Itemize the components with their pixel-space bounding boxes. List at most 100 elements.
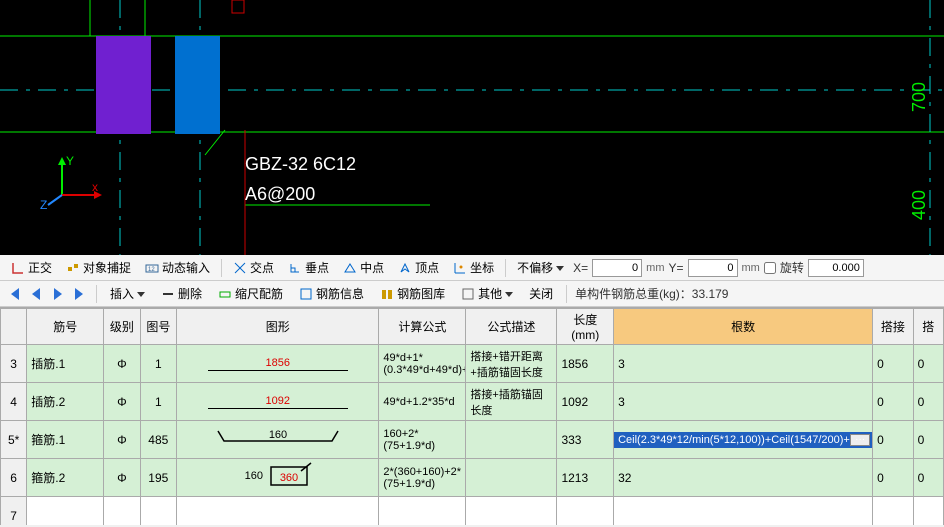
cell-changdu[interactable]: 1856 [557, 345, 614, 383]
row-number[interactable]: 6 [1, 459, 27, 497]
cell-genshu[interactable]: 3 [614, 345, 873, 383]
row-number[interactable]: 3 [1, 345, 27, 383]
cell-tuhao[interactable]: 1 [140, 345, 176, 383]
cell-tuxing[interactable]: 160 [177, 421, 379, 459]
formula-editor-button[interactable]: ··· [850, 434, 870, 446]
cell-tuhao[interactable]: 1 [140, 383, 176, 421]
cell-dajie2[interactable]: 0 [913, 383, 943, 421]
snap-vertex[interactable]: 顶点 [393, 256, 444, 279]
cell-tuhao[interactable]: 485 [140, 421, 176, 459]
col-genshu[interactable]: 根数 [614, 309, 873, 345]
cell-dajie2[interactable]: 0 [913, 345, 943, 383]
dynamic-input-toggle[interactable]: 12 动态输入 [140, 256, 215, 279]
cell-dajie[interactable]: 0 [873, 383, 913, 421]
cell-jinhao[interactable] [27, 497, 104, 526]
col-gongshi[interactable]: 计算公式 [379, 309, 466, 345]
row-number[interactable]: 4 [1, 383, 27, 421]
cell-jibie[interactable]: Φ [104, 421, 140, 459]
cell-dajie[interactable] [873, 497, 913, 526]
nav-last-icon[interactable] [72, 286, 88, 302]
cell-genshu[interactable]: 3 [614, 383, 873, 421]
cell-changdu[interactable] [557, 497, 614, 526]
col-tuxing[interactable]: 图形 [177, 309, 379, 345]
cell-tuxing[interactable]: 1092 [177, 383, 379, 421]
col-jinhao[interactable]: 筋号 [27, 309, 104, 345]
cell-genshu[interactable]: 32 [614, 459, 873, 497]
cell-miaoshu[interactable] [466, 459, 557, 497]
cell-gongshi[interactable]: 2*(360+160)+2*(75+1.9*d) [379, 459, 466, 497]
cell-jibie[interactable]: Φ [104, 383, 140, 421]
cell-jinhao[interactable]: 插筋.1 [27, 345, 104, 383]
y-input[interactable] [688, 259, 738, 277]
snap-coord[interactable]: 坐标 [448, 256, 499, 279]
x-input[interactable] [592, 259, 642, 277]
cell-dajie2[interactable] [913, 497, 943, 526]
cell-changdu[interactable]: 1213 [557, 459, 614, 497]
cell-gongshi[interactable]: 160+2*(75+1.9*d) [379, 421, 466, 459]
cell-changdu[interactable]: 333 [557, 421, 614, 459]
cell-tuhao[interactable]: 195 [140, 459, 176, 497]
col-changdu[interactable]: 长度(mm) [557, 309, 614, 345]
table-row[interactable]: 6箍筋.2Φ1951603602*(360+160)+2*(75+1.9*d) 1… [1, 459, 944, 497]
cell-jibie[interactable] [104, 497, 140, 526]
table-row[interactable]: 5*箍筋.1Φ485160160+2*(75+1.9*d) 333Ceil(2.3… [1, 421, 944, 459]
cell-tuhao[interactable] [140, 497, 176, 526]
rotate-checkbox[interactable] [764, 262, 776, 274]
svg-text:160: 160 [244, 470, 262, 482]
cell-dajie[interactable]: 0 [873, 345, 913, 383]
cell-miaoshu[interactable]: 搭接+错开距离+插筋锚固长度 [466, 345, 557, 383]
cell-gongshi[interactable]: 49*d+1*(0.3*49*d+49*d)+1.2*35*d [379, 345, 466, 383]
cell-jibie[interactable]: Φ [104, 459, 140, 497]
cell-tuxing[interactable]: 160360 [177, 459, 379, 497]
row-number[interactable]: 5* [1, 421, 27, 459]
cell-genshu[interactable] [614, 497, 873, 526]
cad-viewport[interactable]: 700 400 GBZ-32 6C12 A6@200 Y x Z [0, 0, 944, 255]
library-button[interactable]: 钢筋图库 [375, 282, 450, 305]
other-button[interactable]: 其他 [456, 282, 518, 305]
cell-dajie[interactable]: 0 [873, 421, 913, 459]
row-number[interactable]: 7 [1, 497, 27, 526]
cell-tuxing[interactable] [177, 497, 379, 526]
close-button[interactable]: 关闭 [524, 282, 558, 305]
rebar-table-wrap[interactable]: 筋号 级别 图号 图形 计算公式 公式描述 长度(mm) 根数 搭接 搭 3插筋… [0, 307, 944, 525]
ortho-toggle[interactable]: 正交 [6, 256, 57, 279]
col-dajie2[interactable]: 搭 [913, 309, 943, 345]
col-tuhao[interactable]: 图号 [140, 309, 176, 345]
cell-tuxing[interactable]: 1856 [177, 345, 379, 383]
snap-midpoint[interactable]: 中点 [338, 256, 389, 279]
table-row[interactable]: 7 [1, 497, 944, 526]
snap-perpendicular[interactable]: 垂点 [283, 256, 334, 279]
table-row[interactable]: 4插筋.2Φ1109249*d+1.2*35*d搭接+插筋锚固长度1092300 [1, 383, 944, 421]
perp-icon [288, 261, 302, 275]
cell-jinhao[interactable]: 箍筋.1 [27, 421, 104, 459]
cell-miaoshu[interactable]: 搭接+插筋锚固长度 [466, 383, 557, 421]
cell-jibie[interactable]: Φ [104, 345, 140, 383]
cell-gongshi[interactable]: 49*d+1.2*35*d [379, 383, 466, 421]
osnap-toggle[interactable]: 对象捕捉 [61, 256, 136, 279]
nav-next-icon[interactable] [50, 286, 66, 302]
delete-button[interactable]: 删除 [156, 282, 207, 305]
info-button[interactable]: 钢筋信息 [294, 282, 369, 305]
col-miaoshu[interactable]: 公式描述 [466, 309, 557, 345]
table-row[interactable]: 3插筋.1Φ1185649*d+1*(0.3*49*d+49*d)+1.2*35… [1, 345, 944, 383]
nav-prev-icon[interactable] [28, 286, 44, 302]
chevron-down-icon [505, 290, 513, 298]
cell-changdu[interactable]: 1092 [557, 383, 614, 421]
cell-miaoshu[interactable] [466, 497, 557, 526]
cell-dajie[interactable]: 0 [873, 459, 913, 497]
scale-button[interactable]: 缩尺配筋 [213, 282, 288, 305]
cell-genshu[interactable]: Ceil(2.3*49*12/min(5*12,100))+Ceil(1547/… [614, 421, 873, 459]
rotate-input[interactable] [808, 259, 864, 277]
cell-jinhao[interactable]: 插筋.2 [27, 383, 104, 421]
col-dajie[interactable]: 搭接 [873, 309, 913, 345]
cell-dajie2[interactable]: 0 [913, 421, 943, 459]
cell-miaoshu[interactable] [466, 421, 557, 459]
snap-intersection[interactable]: 交点 [228, 256, 279, 279]
insert-button[interactable]: 插入 [105, 282, 150, 305]
offset-mode-select[interactable]: 不偏移 [512, 256, 569, 279]
cell-dajie2[interactable]: 0 [913, 459, 943, 497]
cell-gongshi[interactable] [379, 497, 466, 526]
cell-jinhao[interactable]: 箍筋.2 [27, 459, 104, 497]
col-jibie[interactable]: 级别 [104, 309, 140, 345]
nav-first-icon[interactable] [6, 286, 22, 302]
